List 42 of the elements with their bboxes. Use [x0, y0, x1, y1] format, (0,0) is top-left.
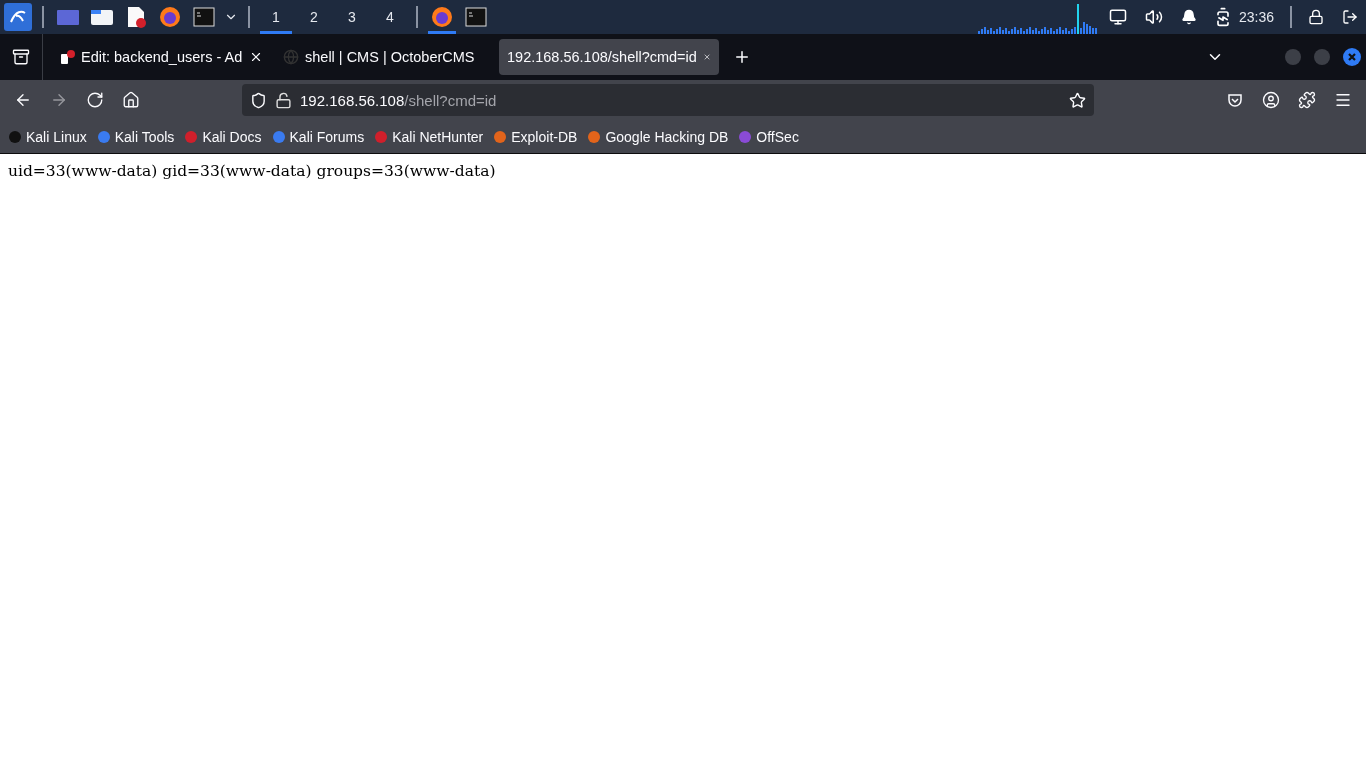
logout-icon[interactable] — [1342, 9, 1358, 25]
insecure-lock-icon[interactable] — [275, 91, 292, 109]
bookmark-star-icon[interactable] — [1069, 91, 1086, 109]
bookmark-favicon-icon — [96, 129, 111, 144]
browser-tab[interactable]: Edit: backend_users - Ad — [51, 39, 271, 75]
address-field[interactable]: 192.168.56.108/shell?cmd=id — [242, 84, 1094, 116]
bookmark-link[interactable]: Kali NetHunter — [374, 128, 484, 145]
clock[interactable]: 23:36 — [1238, 9, 1274, 25]
browser-tab[interactable]: 192.168.56.108/shell?cmd=id — [499, 39, 719, 75]
bookmark-link[interactable]: Kali Docs — [184, 128, 262, 145]
bookmark-favicon-icon — [738, 129, 753, 144]
volume-icon[interactable] — [1144, 8, 1163, 26]
url-path: /shell?cmd=id — [404, 91, 498, 109]
new-tab-icon[interactable] — [733, 48, 751, 66]
globe-icon — [283, 49, 299, 65]
command-output: uid=33(www-data) gid=33(www-data) groups=33(www-data) — [8, 162, 496, 180]
url-host: 192.168.56.108 — [300, 91, 405, 109]
tab-list-icon[interactable] — [12, 48, 30, 66]
network-icon[interactable] — [1108, 8, 1127, 26]
bookmark-favicon-icon — [184, 129, 199, 144]
bookmark-link[interactable]: OffSec — [738, 128, 799, 145]
workspace-button[interactable]: 3 — [336, 0, 368, 34]
tab-title: Edit: backend_users - Ad — [81, 49, 243, 65]
bookmark-link[interactable]: Google Hacking DB — [587, 128, 729, 145]
shield-icon[interactable] — [250, 91, 267, 109]
bookmark-link[interactable]: Kali Forums — [271, 128, 365, 145]
bookmark-link[interactable]: Kali Tools — [96, 128, 175, 145]
bookmark-link[interactable]: Kali Linux — [8, 128, 87, 145]
bookmark-favicon-icon — [8, 129, 22, 144]
workspace-button[interactable]: 4 — [374, 0, 406, 34]
bookmark-favicon-icon — [493, 129, 508, 144]
browser-tab[interactable]: shell | CMS | OctoberCMS — [275, 39, 495, 75]
close-icon[interactable] — [249, 50, 263, 64]
bookmark-link[interactable]: Exploit-DB — [493, 128, 578, 145]
lock-icon[interactable] — [1308, 9, 1324, 25]
bookmark-favicon-icon — [587, 129, 602, 144]
workspace-button[interactable]: 2 — [298, 0, 330, 34]
tab-title: shell | CMS | OctoberCMS — [305, 49, 476, 65]
notification-icon[interactable] — [1180, 9, 1197, 25]
bookmark-favicon-icon — [374, 129, 389, 144]
tab-title: 192.168.56.108/shell?cmd=id — [507, 49, 697, 65]
bookmark-favicon-icon — [271, 129, 286, 144]
